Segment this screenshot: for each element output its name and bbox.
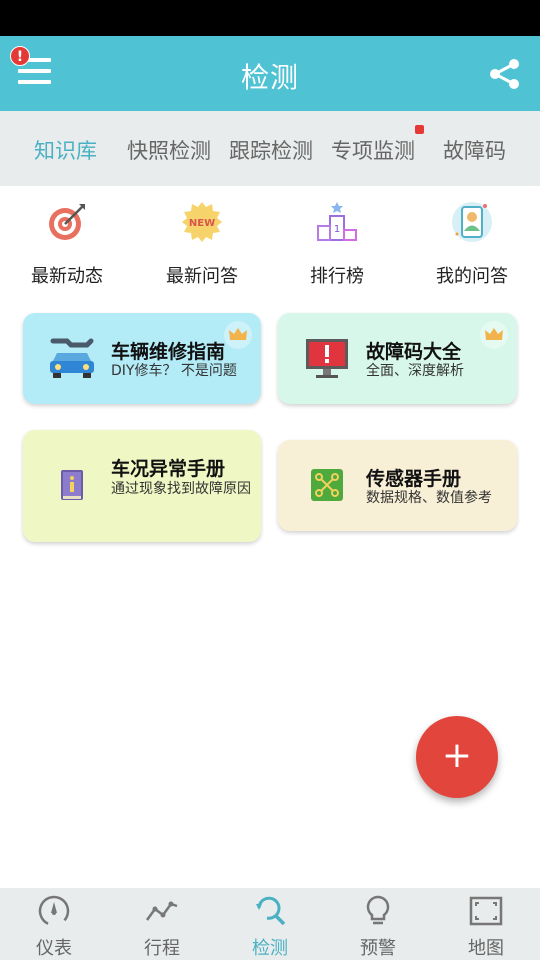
quick-link-label: 最新动态 <box>31 266 103 287</box>
quick-link-leaderboard[interactable]: 1 排行榜 <box>277 200 397 288</box>
quick-link-latest-qa[interactable]: NEW 最新问答 <box>142 200 262 288</box>
quick-link-my-qa[interactable]: 我的问答 <box>412 200 532 288</box>
card-subtitle: 全面、深度解析 <box>366 363 464 379</box>
tab-snapshot-detect[interactable]: 快照检测 <box>127 135 211 165</box>
quick-link-label: 排行榜 <box>310 266 364 287</box>
svg-text:NEW: NEW <box>189 218 215 229</box>
nav-label: 行程 <box>144 938 180 959</box>
quick-link-label: 我的问答 <box>436 266 508 287</box>
page-title: 检测 <box>240 61 299 94</box>
map-frame-icon <box>469 896 503 926</box>
tab-special-monitor[interactable]: 专项监测 <box>331 135 415 165</box>
app-bar: 检测 <box>0 36 540 111</box>
crown-icon <box>224 321 252 349</box>
nav-item-detect[interactable]: 检测 <box>216 894 324 960</box>
card-repair-guide[interactable]: 车辆维修指南 DIY修车？ 不是问题 <box>23 313 261 404</box>
nav-item-map[interactable]: 地图 <box>432 894 540 960</box>
bottom-nav: 仪表 行程 检测 预警 地图 <box>0 888 540 960</box>
card-subtitle: 通过现象找到故障原因 <box>111 481 251 497</box>
tab-tracking-detect[interactable]: 跟踪检测 <box>229 135 313 165</box>
crown-icon <box>480 321 508 349</box>
tab-bar: 知识库 快照检测 跟踪检测 专项监测 故障码 <box>0 111 540 186</box>
nav-label: 检测 <box>252 938 288 959</box>
nav-label: 预警 <box>360 938 396 959</box>
gauge-icon <box>38 895 70 927</box>
alert-badge: ! <box>10 46 30 66</box>
trip-line-icon <box>145 901 178 921</box>
target-icon <box>49 204 85 240</box>
nav-item-warning[interactable]: 预警 <box>324 894 432 960</box>
new-badge-icon: NEW <box>182 202 222 242</box>
tab-fault-code[interactable]: 故障码 <box>443 135 506 165</box>
info-book-icon <box>61 470 83 500</box>
user-card-icon <box>452 202 492 242</box>
car-wrench-icon <box>50 338 94 378</box>
tab-knowledge-base[interactable]: 知识库 <box>34 135 97 165</box>
card-subtitle: DIY修车？ 不是问题 <box>111 363 237 379</box>
podium-icon: 1 <box>317 202 357 241</box>
card-subtitle: 数据规格、数值参考 <box>366 490 492 506</box>
card-title: 车况异常手册 <box>111 458 226 480</box>
search-scan-icon <box>256 896 286 926</box>
card-fault-codes[interactable]: 故障码大全 全面、深度解析 <box>278 313 517 404</box>
tab-new-badge <box>415 125 424 134</box>
nav-label: 地图 <box>468 938 504 959</box>
quick-link-latest-news[interactable]: 最新动态 <box>7 200 127 288</box>
share-icon[interactable] <box>488 57 522 91</box>
nav-item-trip[interactable]: 行程 <box>108 894 216 960</box>
status-bar <box>0 0 540 36</box>
card-sensor-manual[interactable]: 传感器手册 数据规格、数值参考 <box>278 440 517 531</box>
sensor-board-icon <box>311 469 343 501</box>
nav-item-dashboard[interactable]: 仪表 <box>0 894 108 960</box>
lightbulb-icon <box>366 895 390 925</box>
svg-text:1: 1 <box>334 224 340 235</box>
quick-link-label: 最新问答 <box>166 266 238 287</box>
card-abnormal-manual[interactable]: 车况异常手册 通过现象找到故障原因 <box>23 430 261 542</box>
nav-label: 仪表 <box>36 938 72 959</box>
monitor-alert-icon <box>306 339 348 378</box>
add-button[interactable]: + <box>416 716 498 798</box>
